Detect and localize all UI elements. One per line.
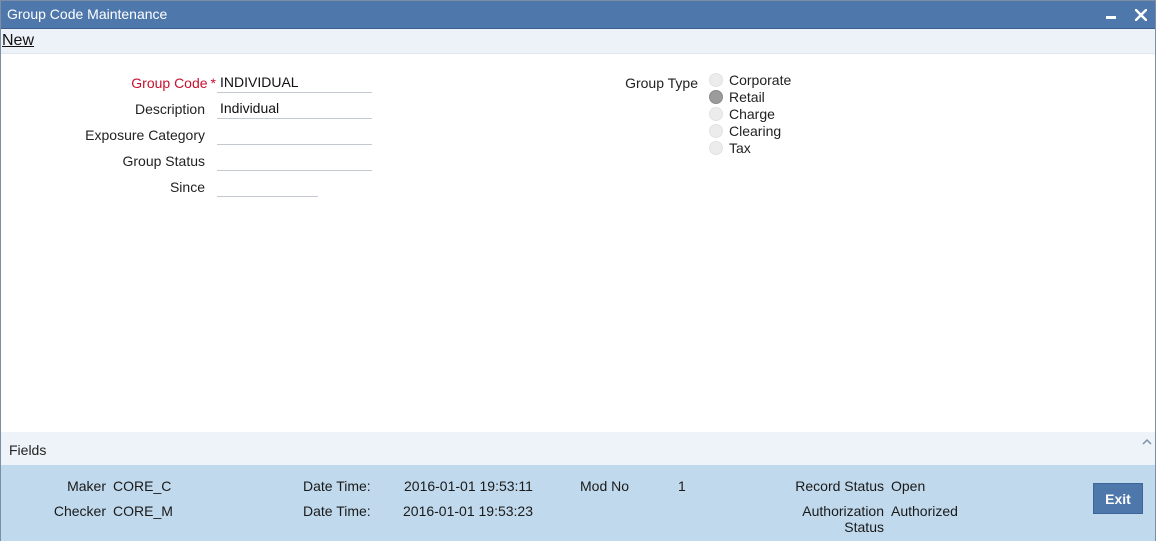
window-title: Group Code Maintenance	[7, 6, 168, 22]
radio-label: Retail	[729, 89, 765, 105]
group-code-maintenance-window: Group Code Maintenance New Group Code * I…	[0, 0, 1156, 541]
radio-label: Charge	[729, 106, 775, 122]
close-button[interactable]	[1131, 5, 1151, 25]
maker-datetime-label: Date Time:	[303, 478, 371, 494]
checker-datetime-label: Date Time:	[303, 503, 371, 519]
radio-button[interactable]	[709, 124, 723, 138]
checker-value: CORE_M	[113, 503, 173, 519]
since-field[interactable]	[217, 177, 318, 197]
radio-button-selected[interactable]	[709, 90, 723, 104]
fields-section-bar: Fields	[1, 432, 1155, 465]
maker-datetime-value: 2016-01-01 19:53:11	[404, 478, 533, 494]
fields-label[interactable]: Fields	[9, 442, 46, 458]
group-code-field[interactable]: INDIVIDUAL	[217, 73, 372, 93]
mod-no-label: Mod No	[580, 478, 630, 494]
group-status-field[interactable]	[217, 151, 372, 171]
maker-value: CORE_C	[113, 478, 172, 494]
required-mark: *	[210, 75, 216, 91]
exposure-category-label: Exposure Category	[85, 127, 205, 143]
audit-footer	[1, 465, 1155, 541]
radio-button[interactable]	[709, 107, 723, 121]
radio-label: Corporate	[729, 72, 792, 88]
record-status-label: Record Status	[795, 478, 884, 494]
minimize-icon	[1106, 16, 1116, 19]
since-label: Since	[169, 179, 205, 195]
chevron-up-icon[interactable]	[1141, 437, 1153, 447]
title-bar: Group Code Maintenance	[1, 1, 1155, 29]
group-code-label-text: Group Code	[131, 75, 208, 91]
radio-label: Clearing	[729, 123, 782, 139]
authorization-status-value: Authorized	[891, 503, 958, 519]
authorization-status-label-line2: Status	[844, 519, 884, 535]
group-status-label: Group Status	[122, 153, 206, 169]
minimize-button[interactable]	[1101, 5, 1121, 25]
description-label: Description	[134, 101, 205, 117]
mod-no-value: 1	[678, 478, 686, 494]
record-status-value: Open	[891, 478, 926, 494]
radio-button[interactable]	[709, 141, 723, 155]
menu-bar: New	[1, 29, 1155, 54]
authorization-status-label-line1: Authorization	[802, 503, 884, 519]
exit-button[interactable]: Exit	[1093, 483, 1143, 514]
description-field[interactable]: Individual	[217, 99, 372, 119]
exposure-category-field[interactable]	[217, 125, 372, 145]
radio-button[interactable]	[709, 73, 723, 87]
checker-label: Checker	[53, 503, 106, 519]
close-icon	[1135, 9, 1147, 21]
new-link[interactable]: New	[2, 32, 34, 50]
maker-label: Maker	[67, 478, 106, 494]
group-code-label: Group Code *	[61, 75, 216, 91]
group-type-label: Group Type	[625, 75, 698, 91]
checker-datetime-value: 2016-01-01 19:53:23	[403, 503, 533, 519]
radio-label: Tax	[729, 140, 751, 156]
